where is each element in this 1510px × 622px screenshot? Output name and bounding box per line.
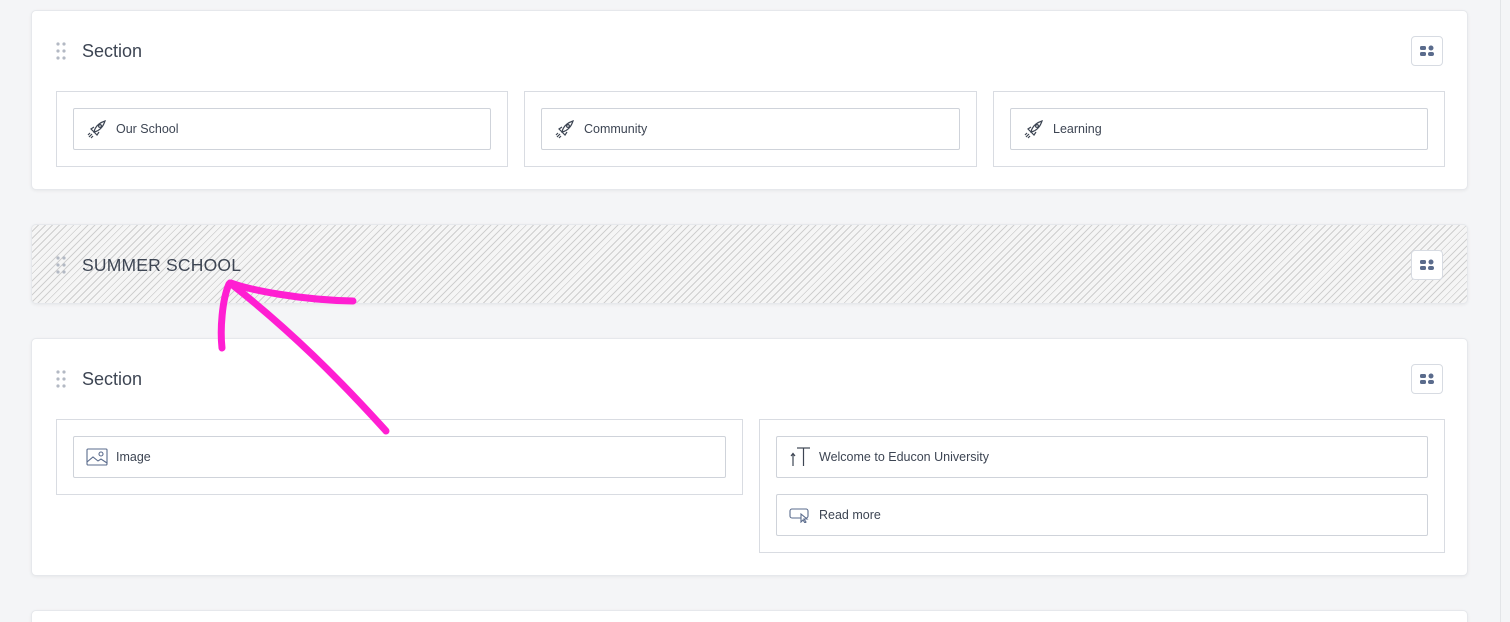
section-title: SUMMER SCHOOL <box>82 255 242 275</box>
image-icon <box>86 446 108 468</box>
column[interactable]: Our School <box>56 91 508 167</box>
button-icon <box>789 504 811 526</box>
widget-community[interactable]: Community <box>541 108 960 150</box>
section-layout-button[interactable] <box>1411 250 1443 280</box>
scrollbar[interactable] <box>1500 0 1510 622</box>
section-title: Section <box>82 41 143 61</box>
layout-icon <box>1420 373 1434 384</box>
column[interactable]: Learning <box>993 91 1445 167</box>
section-3[interactable]: Section Image Welcome to Educon Universi… <box>31 338 1468 576</box>
rocket-icon <box>1023 118 1045 140</box>
section-4[interactable] <box>31 610 1468 622</box>
column[interactable]: Community <box>524 91 977 167</box>
drag-handle-icon[interactable] <box>56 255 66 275</box>
heading-icon <box>789 446 811 468</box>
rocket-icon <box>554 118 576 140</box>
layout-icon <box>1420 45 1434 56</box>
widget-learning[interactable]: Learning <box>1010 108 1428 150</box>
page-builder-canvas: Section Our School Community Learning SU… <box>0 0 1510 622</box>
section-layout-button[interactable] <box>1411 36 1443 66</box>
widget-label: Welcome to Educon University <box>819 450 989 464</box>
widget-button[interactable]: Read more <box>776 494 1428 536</box>
widget-label: Our School <box>116 122 179 136</box>
layout-icon <box>1420 259 1434 270</box>
widget-label: Image <box>116 450 151 464</box>
widget-heading[interactable]: Welcome to Educon University <box>776 436 1428 478</box>
drag-handle-icon[interactable] <box>56 369 66 389</box>
section-2-collapsed[interactable]: SUMMER SCHOOL <box>31 224 1468 304</box>
drag-handle-icon[interactable] <box>56 41 66 61</box>
widget-image[interactable]: Image <box>73 436 726 478</box>
section-title: Section <box>82 369 143 389</box>
widget-label: Learning <box>1053 122 1102 136</box>
section-1[interactable]: Section Our School Community Learning <box>31 10 1468 190</box>
column[interactable]: Welcome to Educon University Read more <box>759 419 1445 553</box>
rocket-icon <box>86 118 108 140</box>
widget-label: Community <box>584 122 648 136</box>
widget-label: Read more <box>819 508 881 522</box>
widget-our-school[interactable]: Our School <box>73 108 491 150</box>
section-layout-button[interactable] <box>1411 364 1443 394</box>
column[interactable]: Image <box>56 419 743 495</box>
